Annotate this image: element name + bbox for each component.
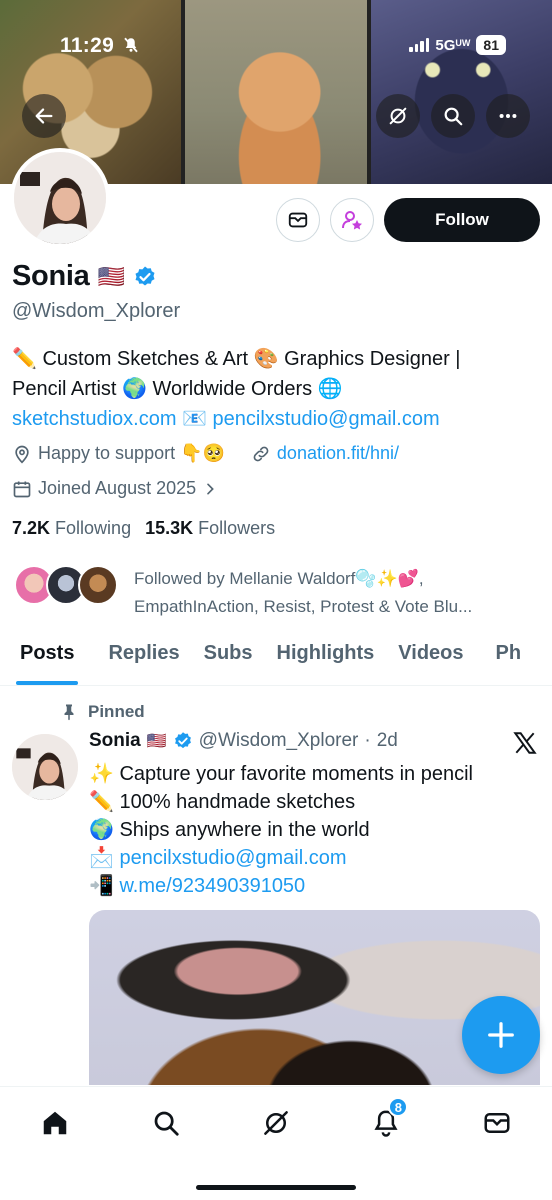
profile-handle: @Wisdom_Xplorer (12, 300, 181, 322)
nav-grok[interactable] (246, 1103, 306, 1143)
profile-website-link[interactable]: donation.fit/hni/ (277, 443, 399, 464)
followed-by-text: Followed by Mellanie Waldorf🫧✨💕, EmpathI… (134, 569, 473, 616)
followed-by[interactable]: Followed by Mellanie Waldorf🫧✨💕, EmpathI… (14, 565, 472, 616)
tweet-header: Sonia 🇺🇸 @Wisdom_Xplorer · 2d (89, 730, 398, 752)
verified-icon (174, 732, 191, 749)
link-icon (253, 446, 269, 461)
tab-videos[interactable]: Videos (386, 626, 475, 685)
grok-button[interactable] (376, 94, 420, 138)
nav-search[interactable] (136, 1103, 196, 1143)
tweet-dot: · (364, 730, 371, 751)
tweet-handle: @Wisdom_Xplorer (198, 730, 359, 751)
bio-email-link[interactable]: pencilxstudio@gmail.com (213, 408, 440, 430)
tweet-body: ✨ Capture your favorite moments in penci… (89, 763, 473, 897)
nav-notifications[interactable]: 8 (356, 1097, 416, 1143)
tab-subs[interactable]: Subs (192, 626, 265, 685)
tab-replies[interactable]: Replies (86, 626, 191, 685)
flag-emoji: 🇺🇸 (146, 733, 167, 750)
tweet-phone-link[interactable]: w.me/923490391050 (119, 875, 305, 897)
mail-emoji: 📧 (182, 408, 207, 430)
chevron-right-icon (207, 483, 214, 494)
back-arrow-icon (35, 108, 53, 124)
banner-image-right (370, 0, 552, 184)
location-icon (15, 445, 29, 464)
bio-links-line: sketchstudiox.com 📧 pencilxstudio@gmail.… (12, 404, 542, 434)
compose-button[interactable] (462, 996, 540, 1074)
status-time: 11:29 (60, 34, 140, 58)
follow-button[interactable]: Follow (384, 198, 540, 242)
subscribe-button[interactable] (330, 198, 374, 242)
tweet-author[interactable]: Sonia (89, 730, 141, 752)
following-link[interactable]: 7.2K Following (12, 518, 131, 539)
subscribe-icon (342, 211, 362, 230)
tweet-time: 2d (376, 730, 398, 751)
pinned-label: Pinned (60, 702, 145, 722)
more-icon (499, 113, 517, 119)
bio-line: ✏️ Custom Sketches & Art 🎨 Graphics Desi… (12, 348, 461, 370)
status-bar: 11:29 5GUW 81 (0, 30, 552, 60)
home-indicator (196, 1185, 356, 1190)
verified-icon[interactable] (133, 265, 157, 289)
grok-icon (264, 1111, 288, 1135)
banner-image-left (0, 0, 182, 184)
search-button[interactable] (431, 94, 475, 138)
profile-meta-row: Happy to support 👇🥺 donation.fit/hni/ (12, 443, 399, 464)
message-icon (288, 212, 308, 228)
bell-muted-icon (124, 37, 138, 53)
profile-tabs: Posts Replies Subs Highlights Videos Ph (0, 626, 552, 686)
banner-image-middle (185, 0, 367, 184)
followers-link[interactable]: 15.3K Followers (145, 518, 275, 539)
back-button[interactable] (22, 94, 66, 138)
nav-home[interactable] (25, 1103, 85, 1143)
network-label: 5GUW (435, 36, 471, 54)
profile-joined: Joined August 2025 (38, 478, 197, 498)
profile-bio: ✏️ Custom Sketches & Art 🎨 Graphics Desi… (12, 344, 542, 434)
signal-icon (409, 38, 430, 52)
message-button[interactable] (276, 198, 320, 242)
status-right: 5GUW 81 (409, 35, 506, 55)
nav-messages[interactable] (467, 1103, 527, 1143)
notification-badge: 8 (388, 1097, 409, 1117)
profile-avatar[interactable] (10, 148, 110, 248)
search-icon (154, 1111, 179, 1136)
profile-actions: Follow (276, 198, 540, 242)
bio-site-link[interactable]: sketchstudiox.com (12, 408, 177, 430)
grok-icon (389, 107, 407, 125)
profile-joined-row[interactable]: Joined August 2025 (12, 478, 218, 499)
follower-avatar (78, 565, 118, 605)
x-logo-icon[interactable] (512, 730, 538, 763)
search-icon (444, 107, 463, 126)
profile-location: Happy to support 👇🥺 (38, 443, 225, 463)
mail-icon (484, 1113, 510, 1133)
calendar-icon (13, 481, 31, 497)
tweet-email-link[interactable]: pencilxstudio@gmail.com (119, 847, 346, 869)
tab-highlights[interactable]: Highlights (265, 626, 387, 685)
home-icon (43, 1111, 67, 1135)
flag-emoji: 🇺🇸 (97, 263, 125, 289)
tweet-avatar[interactable] (12, 734, 78, 800)
avatar-image (12, 734, 78, 800)
profile-name-row: Sonia 🇺🇸 (12, 260, 157, 293)
more-button[interactable] (486, 94, 530, 138)
profile-name: Sonia (12, 260, 90, 292)
plus-icon (488, 1022, 514, 1048)
battery-icon: 81 (476, 35, 506, 55)
tab-posts[interactable]: Posts (0, 626, 86, 685)
follow-counts: 7.2K Following 15.3K Followers (12, 518, 275, 539)
bottom-nav: 8 (0, 1086, 552, 1200)
bio-line: Pencil Artist 🌍 Worldwide Orders 🌐 (12, 378, 343, 400)
pin-icon (64, 704, 74, 721)
tab-photos[interactable]: Ph (476, 626, 534, 685)
avatar-image (14, 152, 106, 244)
